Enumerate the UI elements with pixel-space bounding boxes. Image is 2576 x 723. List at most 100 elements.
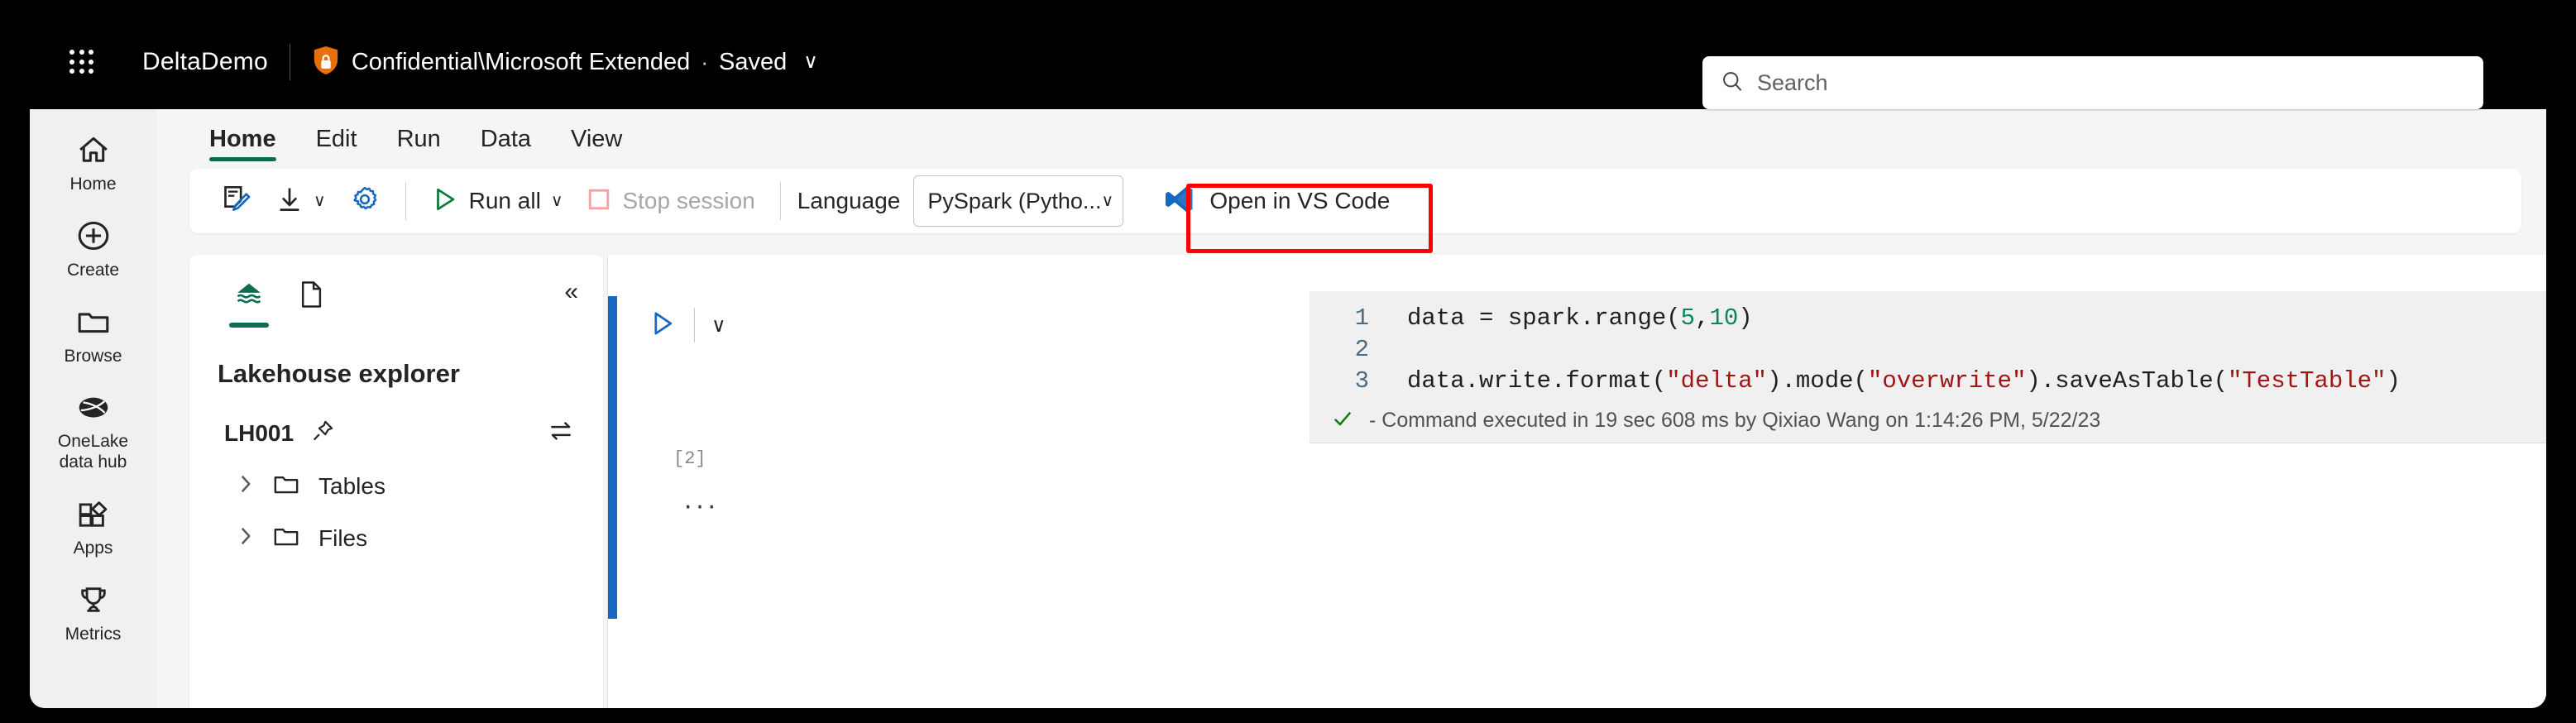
tab-run[interactable]: Run <box>381 126 457 164</box>
vscode-logo-icon <box>1161 183 1195 220</box>
divider <box>694 308 695 342</box>
lakehouse-explorer-panel: « Lakehouse explorer LH001 Tables Files <box>189 255 603 708</box>
ribbon-toolbar: ∨ Run all ∨ Stop session Language PySpar… <box>189 169 2521 233</box>
chevron-down-icon[interactable]: ∨ <box>711 314 726 338</box>
run-all-label: Run all <box>468 188 541 213</box>
collapse-panel-button[interactable]: « <box>564 278 578 306</box>
swap-arrows-icon[interactable] <box>547 419 575 448</box>
sensitivity-label-group[interactable]: Confidential\Microsoft Extended · Saved … <box>312 45 818 80</box>
chevron-down-icon: ∨ <box>1101 192 1114 210</box>
cell-more-options-button[interactable]: ··· <box>683 491 719 520</box>
run-all-button[interactable]: Run all ∨ <box>419 176 575 226</box>
code-line: 3 data.write.format("delta").mode("overw… <box>1310 366 2546 397</box>
separator-dot: · <box>701 49 708 74</box>
sidebar-item-label: Metrics <box>65 624 122 644</box>
active-cell-indicator <box>608 296 617 619</box>
search-input[interactable] <box>1757 69 2465 96</box>
code-line: 1 data = spark.range(5,10) <box>1310 303 2546 334</box>
lakehouse-icon <box>232 280 266 313</box>
sidebar-item-create[interactable]: Create <box>30 217 156 281</box>
stop-session-label: Stop session <box>622 188 755 213</box>
explorer-tab-file[interactable] <box>280 273 343 319</box>
open-in-vs-code-button[interactable]: Open in VS Code <box>1142 175 1410 227</box>
sidebar-item-label: Apps <box>73 538 113 558</box>
ribbon-tab-strip: Home Edit Run Data View <box>156 109 2546 164</box>
explorer-tab-strip: « <box>189 273 603 328</box>
notebook-pencil-icon <box>219 183 252 220</box>
trophy-icon <box>76 581 111 619</box>
explorer-tab-lakehouse[interactable] <box>218 273 280 328</box>
onelake-label-line1: OneLake <box>57 432 129 452</box>
home-icon <box>76 131 111 169</box>
chevron-right-icon[interactable] <box>237 472 254 500</box>
tab-edit[interactable]: Edit <box>299 126 374 164</box>
stop-session-button[interactable]: Stop session <box>574 176 766 226</box>
lakehouse-row: LH001 <box>224 419 575 448</box>
onelake-label-line2: data hub <box>59 452 127 472</box>
settings-button[interactable] <box>338 176 392 226</box>
sidebar-item-onelake-data-hub[interactable]: OneLake data hub <box>30 388 156 473</box>
sidebar-item-metrics[interactable]: Metrics <box>30 581 156 645</box>
language-value: PySpark (Pytho... <box>927 188 1102 213</box>
line-number: 1 <box>1354 304 1369 332</box>
code-text: data.write.format("delta").mode("overwri… <box>1407 367 2401 395</box>
line-number: 3 <box>1354 367 1369 395</box>
line-number: 2 <box>1354 336 1369 363</box>
tree-item-label: Files <box>318 524 368 551</box>
sensitivity-shield-lock-icon <box>312 45 340 80</box>
sensitivity-label: Confidential\Microsoft Extended <box>351 48 691 75</box>
chevron-down-icon[interactable]: ∨ <box>803 52 818 72</box>
code-text: data = spark.range(5,10) <box>1407 304 1753 332</box>
plus-circle-icon <box>76 217 111 255</box>
language-label: Language <box>797 188 901 213</box>
tree-item-tables[interactable]: Tables <box>237 472 603 500</box>
explorer-title: Lakehouse explorer <box>218 359 460 388</box>
cell-gutter: ∨ <box>648 308 726 342</box>
onelake-icon <box>75 388 112 426</box>
sidebar-item-home[interactable]: Home <box>30 131 156 195</box>
edit-notebook-button[interactable] <box>208 176 264 226</box>
fabric-notebook-app: DeltaDemo Confidential\Microsoft Extende… <box>30 15 2546 708</box>
lakehouse-name: LH001 <box>224 419 294 446</box>
chevron-down-icon[interactable]: ∨ <box>314 193 326 209</box>
tree-item-files[interactable]: Files <box>237 524 603 552</box>
left-nav-rail: Home Create Browse OneLake data hub Apps… <box>30 109 156 708</box>
sidebar-item-label: Home <box>69 175 117 194</box>
cell-status-text: - Command executed in 19 sec 608 ms by Q… <box>1369 409 2101 432</box>
open-in-vs-code-label: Open in VS Code <box>1209 188 1391 213</box>
tab-view[interactable]: View <box>554 126 639 164</box>
notebook-cell-pane: ∨ 1 data = spark.range(5,10) 2 3 data.wr… <box>607 255 2546 708</box>
search-box[interactable] <box>1702 56 2483 109</box>
sidebar-item-apps[interactable]: Apps <box>30 495 156 559</box>
chevron-right-icon[interactable] <box>237 524 254 552</box>
stop-square-icon <box>586 186 612 217</box>
tree-item-label: Tables <box>318 472 385 499</box>
cell-execution-count: [2] <box>673 448 706 469</box>
chevron-down-icon[interactable]: ∨ <box>551 193 563 209</box>
file-icon <box>298 279 326 314</box>
gear-icon <box>349 184 381 219</box>
folder-icon <box>272 524 300 552</box>
cell-status-row: - Command executed in 19 sec 608 ms by Q… <box>1310 399 2546 443</box>
download-button[interactable]: ∨ <box>264 176 338 226</box>
apps-grid-icon <box>76 495 111 533</box>
folder-icon <box>76 303 111 341</box>
run-cell-button[interactable] <box>648 309 678 342</box>
save-status: Saved <box>718 48 788 75</box>
folder-icon <box>272 472 300 500</box>
language-select[interactable]: PySpark (Pytho... ∨ <box>913 175 1124 227</box>
sidebar-item-label: Browse <box>64 346 122 366</box>
title-bar: DeltaDemo Confidential\Microsoft Extende… <box>30 15 2546 109</box>
search-icon <box>1721 69 1744 97</box>
sidebar-item-label: OneLake data hub <box>58 432 128 473</box>
code-line: 2 <box>1310 334 2546 366</box>
tab-data[interactable]: Data <box>464 126 548 164</box>
code-editor[interactable]: 1 data = spark.range(5,10) 2 3 data.writ… <box>1310 291 2546 399</box>
app-launcher-icon[interactable] <box>69 50 94 74</box>
tab-home[interactable]: Home <box>193 126 293 164</box>
divider <box>405 182 406 220</box>
sidebar-item-browse[interactable]: Browse <box>30 303 156 367</box>
divider <box>779 182 781 220</box>
download-icon <box>275 184 304 218</box>
pin-icon[interactable] <box>310 419 335 448</box>
